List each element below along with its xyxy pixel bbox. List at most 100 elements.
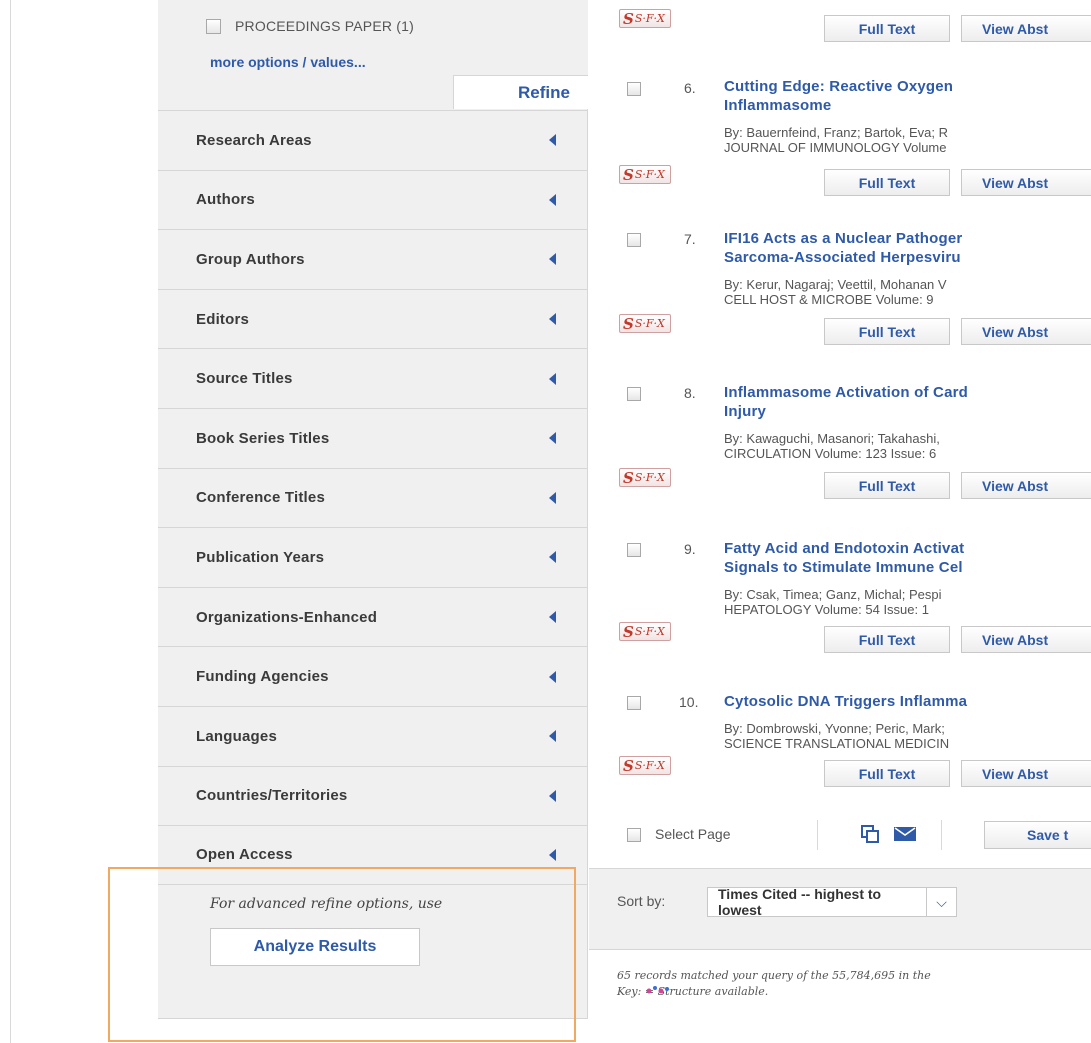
expand-arrow-icon[interactable] bbox=[549, 491, 556, 504]
structure-icon bbox=[646, 986, 669, 994]
proceedings-paper-label: PROCEEDINGS PAPER (1) bbox=[235, 18, 414, 34]
record-source: HEPATOLOGY Volume: 54 Issue: 1 bbox=[724, 602, 929, 617]
sfx-link[interactable]: S S·F·X bbox=[619, 165, 671, 184]
record-authors: By: Dombrowski, Yvonne; Peric, Mark; bbox=[724, 721, 945, 736]
record-checkbox[interactable] bbox=[627, 387, 641, 401]
sfx-logo-icon: S bbox=[623, 622, 634, 641]
facet-organizations-enhanced[interactable]: Organizations-Enhanced bbox=[158, 586, 588, 647]
more-options-link[interactable]: more options / values... bbox=[210, 54, 366, 70]
select-page-checkbox[interactable] bbox=[627, 828, 641, 842]
view-abstract-button[interactable]: View Abst bbox=[961, 472, 1091, 499]
record-number: 10. bbox=[679, 694, 699, 710]
record-checkbox[interactable] bbox=[627, 233, 641, 247]
view-abstract-button[interactable]: View Abst bbox=[961, 15, 1091, 42]
record-title[interactable]: Cutting Edge: Reactive Oxygen bbox=[724, 77, 953, 96]
facet-label: Editors bbox=[196, 310, 250, 328]
facet-authors[interactable]: Authors bbox=[158, 169, 588, 230]
record-title-line2[interactable]: Signals to Stimulate Immune Cel bbox=[724, 558, 963, 577]
expand-arrow-icon[interactable] bbox=[549, 611, 556, 624]
full-text-button[interactable]: Full Text bbox=[824, 318, 950, 345]
expand-arrow-icon[interactable] bbox=[549, 432, 556, 445]
record-checkbox[interactable] bbox=[627, 543, 641, 557]
facet-conference-titles[interactable]: Conference Titles bbox=[158, 467, 588, 528]
sfx-logo-icon: S bbox=[623, 468, 634, 487]
sfx-link[interactable]: S S·F·X bbox=[619, 622, 671, 641]
view-abstract-button[interactable]: View Abst bbox=[961, 626, 1091, 653]
record-title-line2[interactable]: Sarcoma-Associated Herpesviru bbox=[724, 248, 961, 267]
save-to-button[interactable]: Save t bbox=[984, 821, 1091, 849]
expand-arrow-icon[interactable] bbox=[549, 848, 556, 861]
record-title[interactable]: Fatty Acid and Endotoxin Activat bbox=[724, 539, 964, 558]
sfx-logo-icon: S bbox=[623, 165, 634, 184]
expand-arrow-icon[interactable] bbox=[549, 193, 556, 206]
sort-bar: Sort by: Times Cited -- highest to lowes… bbox=[589, 868, 1091, 950]
sort-select[interactable]: Times Cited -- highest to lowest bbox=[707, 886, 927, 918]
facet-funding-agencies[interactable]: Funding Agencies bbox=[158, 646, 588, 706]
full-text-button[interactable]: Full Text bbox=[824, 626, 950, 653]
record-title[interactable]: Cytosolic DNA Triggers Inflamma bbox=[724, 692, 967, 711]
sfx-label: S·F·X bbox=[634, 12, 665, 25]
facet-label: Organizations-Enhanced bbox=[196, 608, 378, 626]
expand-arrow-icon[interactable] bbox=[549, 730, 556, 743]
sfx-link[interactable]: S S·F·X bbox=[619, 468, 671, 487]
bottom-toolbar: Select Page Save t bbox=[589, 810, 1091, 858]
chevron-down-icon[interactable]: ⌵ bbox=[927, 887, 957, 917]
facet-editors[interactable]: Editors bbox=[158, 288, 588, 349]
facet-list: Research Areas Authors Group Authors Edi… bbox=[158, 110, 588, 885]
record-title[interactable]: IFI16 Acts as a Nuclear Pathoger bbox=[724, 229, 962, 248]
expand-arrow-icon[interactable] bbox=[549, 313, 556, 326]
record-authors: By: Kerur, Nagaraj; Veettil, Mohanan V bbox=[724, 277, 947, 292]
refine-button[interactable]: Refine bbox=[453, 75, 588, 109]
facet-label: Research Areas bbox=[196, 131, 312, 149]
facet-label: Publication Years bbox=[196, 548, 325, 566]
record-source: JOURNAL OF IMMUNOLOGY Volume bbox=[724, 140, 947, 155]
expand-arrow-icon[interactable] bbox=[549, 670, 556, 683]
expand-arrow-icon[interactable] bbox=[549, 551, 556, 564]
view-abstract-button[interactable]: View Abst bbox=[961, 760, 1091, 787]
facet-countries-territories[interactable]: Countries/Territories bbox=[158, 765, 588, 826]
facet-book-series-titles[interactable]: Book Series Titles bbox=[158, 407, 588, 468]
record-title-line2[interactable]: Inflammasome bbox=[724, 96, 831, 115]
record-checkbox[interactable] bbox=[627, 696, 641, 710]
facet-publication-years[interactable]: Publication Years bbox=[158, 527, 588, 587]
toolbar-divider bbox=[941, 820, 942, 850]
sfx-link[interactable]: S S·F·X bbox=[619, 9, 671, 28]
record-source: CELL HOST & MICROBE Volume: 9 bbox=[724, 292, 934, 307]
record-source: SCIENCE TRANSLATIONAL MEDICIN bbox=[724, 736, 950, 751]
expand-arrow-icon[interactable] bbox=[549, 789, 556, 802]
sfx-label: S·F·X bbox=[634, 317, 665, 330]
facet-source-titles[interactable]: Source Titles bbox=[158, 348, 588, 408]
proceedings-paper-checkbox[interactable] bbox=[206, 18, 221, 34]
facet-group-authors[interactable]: Group Authors bbox=[158, 229, 588, 289]
sfx-link[interactable]: S S·F·X bbox=[619, 314, 671, 333]
highlight-box bbox=[108, 867, 576, 1042]
view-abstract-button[interactable]: View Abst bbox=[961, 318, 1091, 345]
email-icon[interactable] bbox=[894, 827, 916, 841]
print-icon[interactable] bbox=[860, 824, 880, 844]
expand-arrow-icon[interactable] bbox=[549, 253, 556, 266]
full-text-button[interactable]: Full Text bbox=[824, 169, 950, 196]
facet-label: Funding Agencies bbox=[196, 668, 329, 686]
record-title[interactable]: Inflammasome Activation of Card bbox=[724, 383, 968, 402]
structure-key-text: Key: = Structure available. bbox=[617, 985, 769, 998]
facet-label: Countries/Territories bbox=[196, 787, 348, 805]
facet-languages[interactable]: Languages bbox=[158, 705, 588, 766]
proceedings-paper-option[interactable]: PROCEEDINGS PAPER (1) bbox=[206, 18, 414, 34]
full-text-button[interactable]: Full Text bbox=[824, 15, 950, 42]
record-title-line2[interactable]: Injury bbox=[724, 402, 766, 421]
expand-arrow-icon[interactable] bbox=[549, 134, 556, 147]
record-authors: By: Csak, Timea; Ganz, Michal; Pespi bbox=[724, 587, 942, 602]
view-abstract-button[interactable]: View Abst bbox=[961, 169, 1091, 196]
facet-label: Open Access bbox=[196, 846, 293, 864]
full-text-button[interactable]: Full Text bbox=[824, 760, 950, 787]
record-number: 7. bbox=[684, 231, 696, 247]
full-text-button[interactable]: Full Text bbox=[824, 472, 950, 499]
sfx-label: S·F·X bbox=[634, 168, 665, 181]
record-authors: By: Kawaguchi, Masanori; Takahashi, bbox=[724, 431, 940, 446]
expand-arrow-icon[interactable] bbox=[549, 372, 556, 385]
facet-label: Group Authors bbox=[196, 250, 305, 268]
record-checkbox[interactable] bbox=[627, 82, 641, 96]
facet-research-areas[interactable]: Research Areas bbox=[158, 110, 588, 170]
record-authors: By: Bauernfeind, Franz; Bartok, Eva; R bbox=[724, 125, 948, 140]
sfx-link[interactable]: S S·F·X bbox=[619, 756, 671, 775]
